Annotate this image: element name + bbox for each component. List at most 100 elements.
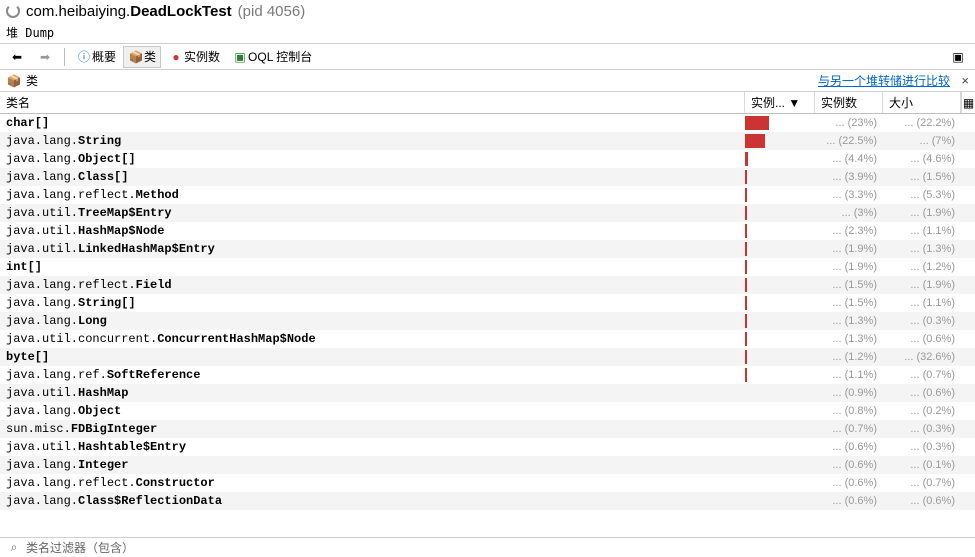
columns-menu-icon[interactable]: ▦ (961, 92, 975, 113)
cell-classname: java.lang.Class[] (0, 170, 745, 184)
cell-classname: java.util.TreeMap$Entry (0, 206, 745, 220)
table-header: 类名 实例... ▼ 实例数 大小 ▦ (0, 92, 975, 114)
forward-button[interactable]: ➡ (32, 46, 58, 68)
footer: ⌕ 类名过滤器（包含） (0, 537, 975, 557)
table-row[interactable]: java.lang.Object... (0.8%)... (0.2%) (0, 402, 975, 420)
table-row[interactable]: java.util.concurrent.ConcurrentHashMap$N… (0, 330, 975, 348)
subbar: 堆 Dump (0, 22, 975, 44)
col-size[interactable]: 大小 (883, 92, 961, 113)
cell-size: ... (1.3%) (883, 243, 961, 255)
cell-size: ... (0.3%) (883, 441, 961, 453)
cell-instances: ... (1.1%) (815, 369, 883, 381)
table-row[interactable]: java.lang.Integer... (0.6%)... (0.1%) (0, 456, 975, 474)
cell-bar (745, 350, 815, 364)
cell-size: ... (1.9%) (883, 207, 961, 219)
package-icon: 📦 (128, 49, 144, 65)
cell-size: ... (32.6%) (883, 351, 961, 363)
table-row[interactable]: sun.misc.FDBigInteger... (0.7%)... (0.3%… (0, 420, 975, 438)
cell-bar (745, 206, 815, 220)
cell-size: ... (1.1%) (883, 297, 961, 309)
table-row[interactable]: java.lang.Class[] ... (3.9%)... (1.5%) (0, 168, 975, 186)
overview-button[interactable]: ⓘ概要 (71, 46, 121, 68)
classes-label: 类 (144, 48, 156, 65)
cell-instances: ... (1.3%) (815, 315, 883, 327)
oql-button[interactable]: ▣OQL 控制台 (227, 46, 317, 68)
col-instances[interactable]: 实例数 (815, 92, 883, 113)
table-row[interactable]: java.lang.Long... (1.3%)... (0.3%) (0, 312, 975, 330)
separator (64, 48, 65, 66)
compare-heap-link[interactable]: 与另一个堆转储进行比较 (818, 74, 950, 88)
cell-instances: ... (0.7%) (815, 423, 883, 435)
console-icon: ▣ (232, 49, 248, 65)
cell-classname: byte[] (0, 350, 745, 364)
table-row[interactable]: java.util.TreeMap$Entry... (3%)... (1.9%… (0, 204, 975, 222)
cell-size: ... (0.3%) (883, 315, 961, 327)
cell-size: ... (0.6%) (883, 333, 961, 345)
table-row[interactable]: java.lang.reflect.Method... (3.3%)... (5… (0, 186, 975, 204)
back-button[interactable]: ⬅ (4, 46, 30, 68)
table-row[interactable]: java.util.LinkedHashMap$Entry... (1.9%).… (0, 240, 975, 258)
table-row[interactable]: java.lang.Object[]... (4.4%)... (4.6%) (0, 150, 975, 168)
table-row[interactable]: java.util.HashMap$Node... (2.3%)... (1.1… (0, 222, 975, 240)
arrow-right-icon: ➡ (37, 49, 53, 65)
toolbar: ⬅ ➡ ⓘ概要 📦类 ●实例数 ▣OQL 控制台 ▣ (0, 44, 975, 70)
cell-size: ... (0.6%) (883, 495, 961, 507)
title-class: DeadLockTest (130, 3, 231, 20)
window-title: com.heibaiying.DeadLockTest (pid 4056) (0, 0, 975, 22)
cell-instances: ... (1.3%) (815, 333, 883, 345)
cell-bar (745, 368, 815, 382)
table-row[interactable]: int[]... (1.9%)... (1.2%) (0, 258, 975, 276)
cell-instances: ... (0.8%) (815, 405, 883, 417)
cell-size: ... (1.5%) (883, 171, 961, 183)
cell-size: ... (1.2%) (883, 261, 961, 273)
cell-classname: java.lang.reflect.Constructor (0, 476, 745, 490)
cell-instances: ... (0.6%) (815, 477, 883, 489)
cell-classname: java.lang.Class$ReflectionData (0, 494, 745, 508)
detach-icon: ▣ (950, 49, 966, 65)
cell-size: ... (0.3%) (883, 423, 961, 435)
cell-bar (745, 134, 815, 148)
dot-icon: ● (168, 49, 184, 65)
classes-button[interactable]: 📦类 (123, 46, 161, 68)
table-row[interactable]: java.lang.reflect.Field... (1.5%)... (1.… (0, 276, 975, 294)
cell-size: ... (7%) (883, 135, 961, 147)
cell-classname: java.lang.reflect.Method (0, 188, 745, 202)
filter-icon[interactable]: ⌕ (6, 540, 22, 556)
col-instances-bar[interactable]: 实例... ▼ (745, 92, 815, 113)
cell-classname: java.lang.ref.SoftReference (0, 368, 745, 382)
instances-label: 实例数 (184, 48, 220, 65)
cell-bar (745, 260, 815, 274)
table-row[interactable]: java.lang.Class$ReflectionData ... (0.6%)… (0, 492, 975, 510)
table-row[interactable]: java.lang.ref.SoftReference... (1.1%)...… (0, 366, 975, 384)
table-row[interactable]: byte[]... (1.2%)... (32.6%) (0, 348, 975, 366)
heap-label: 堆 (6, 24, 18, 41)
cell-size: ... (22.2%) (883, 117, 961, 129)
cell-bar (745, 278, 815, 292)
table-row[interactable]: java.lang.String[]... (1.5%)... (1.1%) (0, 294, 975, 312)
title-pid: (pid 4056) (238, 3, 306, 20)
cell-instances: ... (1.5%) (815, 279, 883, 291)
instances-button[interactable]: ●实例数 (163, 46, 225, 68)
dump-label: Dump (25, 26, 54, 40)
table-row[interactable]: java.lang.String... (22.5%)... (7%) (0, 132, 975, 150)
cell-size: ... (0.6%) (883, 387, 961, 399)
panel-title: 类 (26, 72, 38, 89)
cell-size: ... (0.1%) (883, 459, 961, 471)
cell-classname: java.lang.Object[] (0, 152, 745, 166)
cell-bar (745, 224, 815, 238)
package-icon: 📦 (6, 73, 22, 89)
cell-instances: ... (3.3%) (815, 189, 883, 201)
cell-instances: ... (22.5%) (815, 135, 883, 147)
filter-label[interactable]: 类名过滤器（包含） (26, 539, 134, 556)
table-row[interactable]: java.util.HashMap... (0.9%)... (0.6%) (0, 384, 975, 402)
cell-instances: ... (1.9%) (815, 261, 883, 273)
col-classname[interactable]: 类名 (0, 92, 745, 113)
arrow-left-icon: ⬅ (9, 49, 25, 65)
table-row[interactable]: java.util.Hashtable$Entry... (0.6%)... (… (0, 438, 975, 456)
close-panel-button[interactable]: × (961, 73, 969, 88)
cell-classname: java.lang.reflect.Field (0, 278, 745, 292)
table-row[interactable]: char[]... (23%)... (22.2%) (0, 114, 975, 132)
table-row[interactable]: java.lang.reflect.Constructor... (0.6%).… (0, 474, 975, 492)
cell-instances: ... (3.9%) (815, 171, 883, 183)
window-detach-button[interactable]: ▣ (945, 46, 971, 68)
